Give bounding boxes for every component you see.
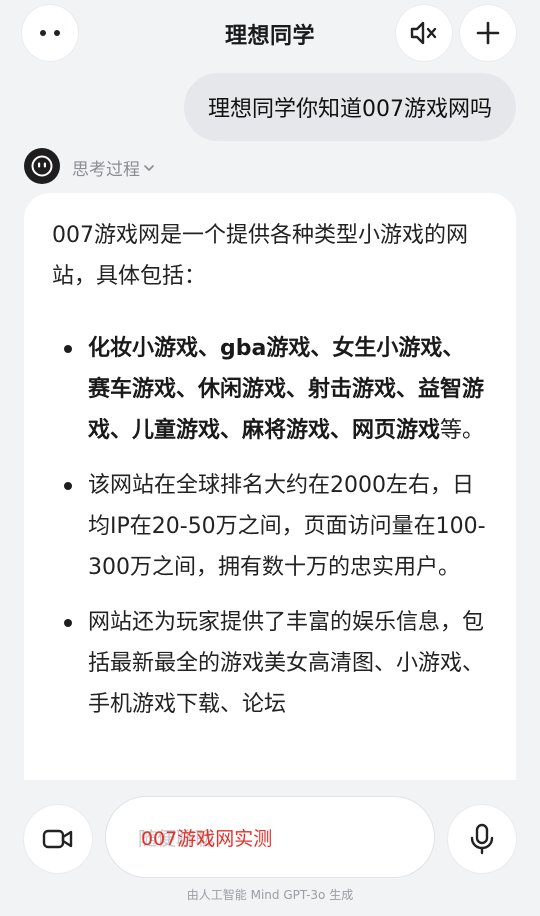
video-camera-icon [42,829,73,849]
thinking-label: 思考过程 [72,160,140,180]
microphone-icon [470,823,494,855]
video-call-button[interactable] [24,805,92,873]
bullet-text: 网站还为玩家提供了丰富的娱乐信息，包括最新最全的游戏美女高清图、小游戏、手机游戏… [88,610,485,717]
chat-input[interactable]: 随便聊聊 007游戏网实测 [105,796,435,878]
thinking-process-toggle[interactable]: 思考过程 [72,155,155,180]
ai-generated-note: 由人工智能 Mind GPT-3o 生成 [186,888,354,902]
chevron-down-icon [144,164,154,171]
answer-intro: 007游戏网是一个提供各种类型小游戏的网站，具体包括： [52,223,468,289]
list-item: 化妆小游戏、gba游戏、女生小游戏、赛车游戏、休闲游戏、射击游戏、益智游戏、儿童… [52,328,486,451]
composer-bar: 随便聊聊 007游戏网实测 由人工智能 Mind GPT-3o 生成 [0,780,540,916]
user-message-text: 理想同学你知道007游戏网吗 [208,97,492,122]
user-message-bubble: 理想同学你知道007游戏网吗 [184,73,516,141]
answer-list: 化妆小游戏、gba游戏、女生小游戏、赛车游戏、休闲游戏、射击游戏、益智游戏、儿童… [52,328,486,725]
plus-icon [476,21,500,45]
bullet-bold-text: 化妆小游戏、gba游戏、女生小游戏、赛车游戏、休闲游戏、射击游戏、益智游戏、儿童… [88,336,485,443]
list-item: 网站还为玩家提供了丰富的娱乐信息，包括最新最全的游戏美女高清图、小游戏、手机游戏… [52,602,486,725]
overlay-caption: 007游戏网实测 [141,828,273,850]
bullet-text: 该网站在全球排名大约在2000左右，日均IP在20-50万之间，页面访问量在10… [88,473,486,580]
assistant-avatar [24,148,60,184]
robot-face-icon [31,155,53,177]
list-item: 该网站在全球排名大约在2000左右，日均IP在20-50万之间，页面访问量在10… [52,465,486,588]
new-chat-button[interactable] [460,5,516,61]
page-title: 理想同学 [224,24,315,49]
bullet-tail-text: 等。 [440,418,485,443]
speaker-muted-icon [410,21,437,45]
mute-button[interactable] [396,5,452,61]
voice-input-button[interactable] [448,805,516,873]
assistant-answer-card: 007游戏网是一个提供各种类型小游戏的网站，具体包括： 化妆小游戏、gba游戏、… [24,193,516,780]
